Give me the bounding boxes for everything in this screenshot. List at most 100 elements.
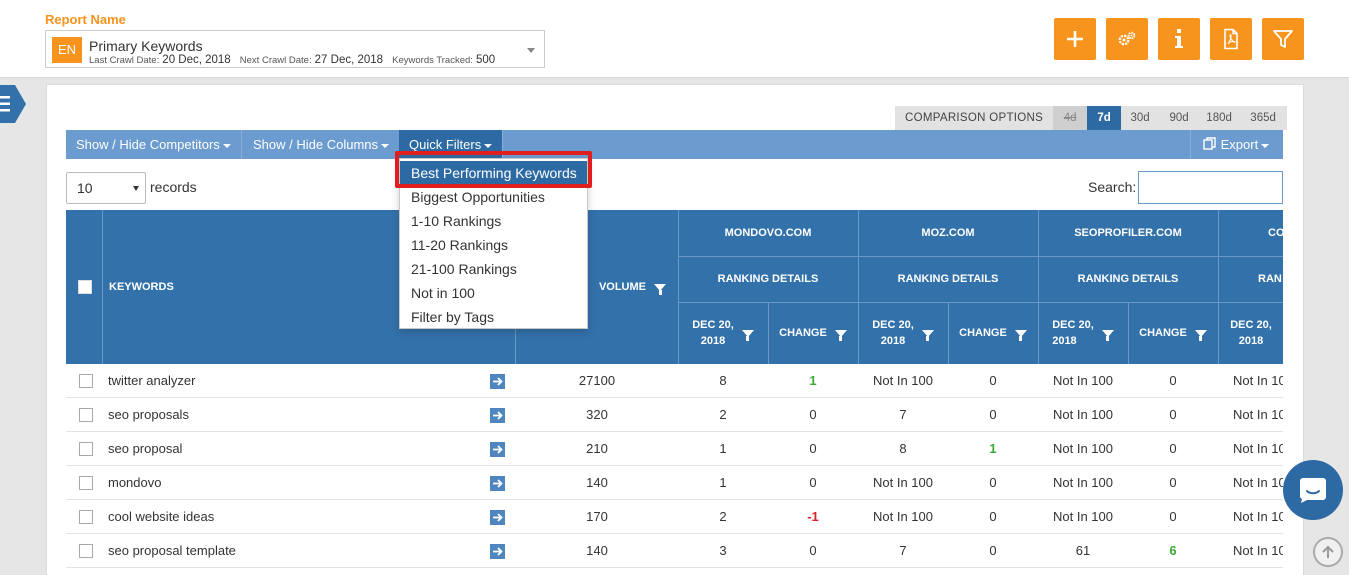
- scroll-to-top-button[interactable]: [1313, 537, 1343, 567]
- quick-filters-button[interactable]: Quick Filters: [399, 130, 504, 159]
- change-column-header[interactable]: CHANGE: [1128, 302, 1218, 364]
- change-cell: 0: [809, 407, 817, 422]
- competitor-seoprofiler: SEOPROFILER.COM: [1074, 226, 1182, 239]
- select-all-checkbox[interactable]: [78, 280, 92, 294]
- filter-icon: [1273, 30, 1293, 48]
- filter-icon[interactable]: [1101, 329, 1114, 341]
- quick-filter-item[interactable]: Filter by Tags: [400, 305, 587, 329]
- keyword-details-button[interactable]: [490, 510, 505, 525]
- report-select[interactable]: EN Primary Keywords Last Crawl Date: 20 …: [45, 30, 545, 68]
- date-column-header[interactable]: DEC 20, 2018: [678, 302, 768, 364]
- rank-cell: 8: [719, 373, 727, 388]
- table-row: cool website ideas 170 2 -1 Not In 100 0 Not I…: [66, 500, 1283, 534]
- table-row: twitter analyzer 27100 8 1 Not In 100 0 Not In…: [66, 364, 1283, 398]
- rank-cell: 2: [719, 407, 727, 422]
- records-per-page-select[interactable]: 10: [66, 172, 146, 204]
- export-button[interactable]: Export: [1190, 130, 1283, 159]
- keyword-details-button[interactable]: [490, 442, 505, 457]
- table-row: seo proposals 320 2 0 7 0 Not In 100 0 Not In 10: [66, 398, 1283, 432]
- filter-icon[interactable]: [1194, 329, 1207, 341]
- filter-icon[interactable]: [921, 329, 934, 341]
- pdf-button[interactable]: [1210, 18, 1252, 60]
- change-cell: 0: [989, 407, 997, 422]
- keyword-details-button[interactable]: [490, 476, 505, 491]
- rank-cell: 61: [1075, 543, 1091, 558]
- arrow-right-icon: [493, 479, 503, 488]
- table-row: seo proposal 210 1 0 8 1 Not In 100 0 Not In 10: [66, 432, 1283, 466]
- settings-button[interactable]: [1106, 18, 1148, 60]
- comparison-7d[interactable]: 7d: [1087, 106, 1122, 130]
- change-column-header[interactable]: CHANGE: [768, 302, 858, 364]
- keywords-header[interactable]: KEYWORDS: [109, 272, 174, 302]
- change-cell: 1: [989, 441, 997, 456]
- rank-cell: Not In 10: [1233, 373, 1283, 388]
- pdf-icon: [1224, 28, 1238, 50]
- show-hide-competitors-button[interactable]: Show / Hide Competitors: [66, 130, 242, 159]
- row-checkbox[interactable]: [79, 476, 93, 490]
- change-cell: -1: [807, 509, 819, 524]
- rank-cell: Not In 10: [1233, 475, 1283, 490]
- volume-cell: 140: [586, 475, 608, 490]
- rank-cell: 7: [899, 543, 907, 558]
- filter-icon[interactable]: [654, 283, 666, 295]
- add-button[interactable]: [1054, 18, 1096, 60]
- change-cell: 0: [809, 543, 817, 558]
- date-column-header[interactable]: DEC 20, 2018: [1038, 302, 1128, 364]
- records-per-page-value: 10: [77, 180, 93, 196]
- page-header: Report Name EN Primary Keywords Last Cra…: [0, 0, 1349, 78]
- info-button[interactable]: [1158, 18, 1200, 60]
- quick-filter-item[interactable]: Not in 100: [400, 281, 587, 305]
- rank-cell: Not In 100: [1053, 407, 1113, 422]
- comparison-4d: 4d: [1053, 106, 1088, 130]
- keyword-details-button[interactable]: [490, 374, 505, 389]
- quick-filter-item[interactable]: 21-100 Rankings: [400, 257, 587, 281]
- date-column-header[interactable]: DEC 20, 2018: [858, 302, 948, 364]
- date-column-header[interactable]: DEC 20, 2018: [1218, 302, 1283, 364]
- next-crawl-label: Next Crawl Date:: [239, 55, 312, 66]
- row-checkbox[interactable]: [79, 374, 93, 388]
- keyword-cell: seo proposal: [108, 441, 183, 456]
- row-checkbox[interactable]: [79, 408, 93, 422]
- keyword-details-button[interactable]: [490, 544, 505, 559]
- quick-filter-item[interactable]: 1-10 Rankings: [400, 209, 587, 233]
- report-title: Primary Keywords: [89, 38, 203, 54]
- quick-filter-item[interactable]: Biggest Opportunities: [400, 185, 587, 209]
- row-checkbox[interactable]: [79, 510, 93, 524]
- keyword-details-button[interactable]: [490, 408, 505, 423]
- quick-filter-item[interactable]: 11-20 Rankings: [400, 233, 587, 257]
- caret-down-icon: [381, 143, 389, 148]
- volume-cell: 140: [586, 543, 608, 558]
- info-icon: [1175, 29, 1183, 48]
- filter-button[interactable]: [1262, 18, 1304, 60]
- chat-widget-button[interactable]: [1283, 460, 1343, 520]
- rank-cell: Not In 10: [1233, 407, 1283, 422]
- comparison-30d[interactable]: 30d: [1121, 106, 1160, 130]
- change-column-header[interactable]: CHANGE: [948, 302, 1038, 364]
- rank-cell: 8: [899, 441, 907, 456]
- show-hide-columns-button[interactable]: Show / Hide Columns: [243, 130, 400, 159]
- change-cell: 0: [809, 475, 817, 490]
- competitor-cogn: COGN: [1268, 226, 1283, 239]
- comparison-365d[interactable]: 365d: [1239, 106, 1288, 130]
- ranking-details-header: RAN: [1258, 272, 1282, 285]
- ranking-details-header: RANKING DETAILS: [717, 272, 819, 285]
- copy-icon: [1203, 137, 1216, 150]
- show-hide-columns-label: Show / Hide Columns: [253, 137, 378, 152]
- search-input[interactable]: [1138, 171, 1283, 204]
- volume-cell: 320: [586, 407, 608, 422]
- row-checkbox[interactable]: [79, 544, 93, 558]
- last-crawl-label: Last Crawl Date:: [89, 55, 160, 66]
- rank-cell: Not In 10: [1233, 543, 1283, 558]
- sidebar-toggle[interactable]: [0, 85, 26, 123]
- row-checkbox[interactable]: [79, 442, 93, 456]
- arrow-right-icon: [493, 513, 503, 522]
- comparison-180d[interactable]: 180d: [1199, 106, 1240, 130]
- filter-icon[interactable]: [741, 329, 754, 341]
- filter-icon[interactable]: [1014, 329, 1027, 341]
- change-cell: 0: [809, 441, 817, 456]
- quick-filters-label: Quick Filters: [409, 137, 482, 152]
- comparison-90d[interactable]: 90d: [1159, 106, 1200, 130]
- filter-icon[interactable]: [834, 329, 847, 341]
- quick-filter-item[interactable]: Best Performing Keywords: [400, 161, 587, 185]
- keyword-cell: twitter analyzer: [108, 373, 196, 388]
